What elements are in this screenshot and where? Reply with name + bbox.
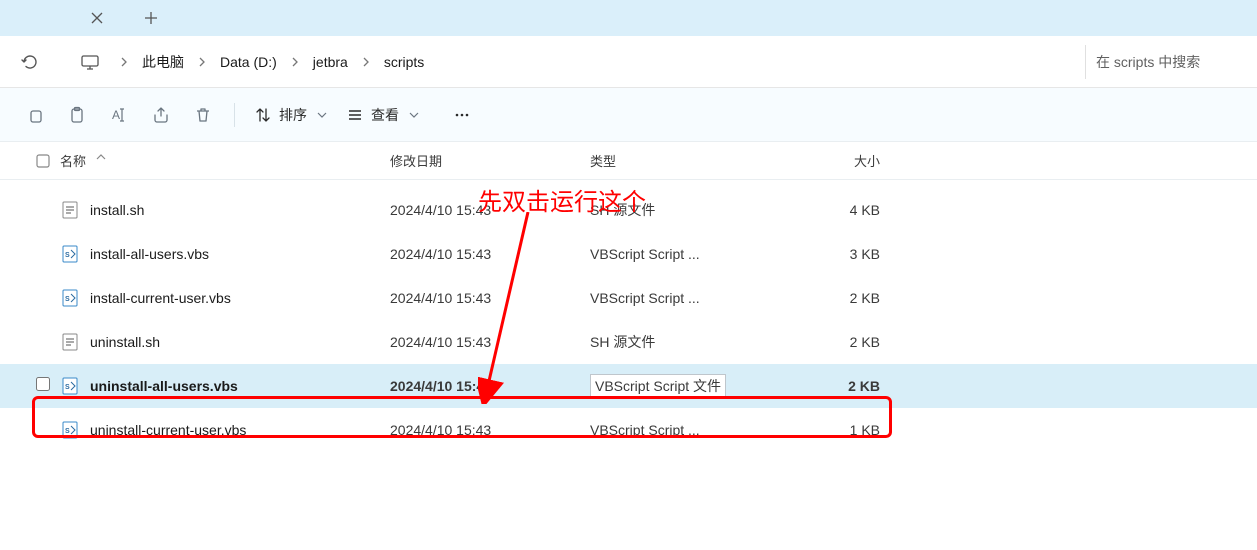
tab-close-button[interactable] (80, 4, 114, 32)
sort-icon (255, 107, 271, 123)
svg-text:S: S (65, 296, 70, 303)
sort-label: 排序 (279, 105, 307, 125)
file-icon: S (60, 376, 80, 396)
row-checkbox[interactable] (36, 201, 60, 219)
column-header-type[interactable]: 类型 (590, 151, 790, 170)
file-date: 2024/4/10 15:43 (390, 202, 590, 218)
file-size: 1 KB (790, 422, 880, 438)
trash-icon (194, 106, 212, 124)
file-date: 2024/4/10 15:43 (390, 290, 590, 306)
file-type: VBScript Script ... (590, 246, 790, 262)
breadcrumb-item[interactable]: scripts (380, 50, 428, 74)
file-name: install-all-users.vbs (90, 246, 390, 262)
rename-icon: A (109, 106, 129, 124)
copy-button[interactable] (14, 97, 56, 133)
file-name: install.sh (90, 202, 390, 218)
file-name: install-current-user.vbs (90, 290, 390, 306)
file-icon (60, 332, 80, 352)
column-header-size[interactable]: 大小 (790, 151, 880, 170)
svg-text:A: A (112, 108, 120, 122)
file-size: 2 KB (790, 290, 880, 306)
file-type: VBScript Script 文件 (590, 374, 790, 398)
pc-icon (80, 52, 100, 72)
file-row[interactable]: Suninstall-current-user.vbs2024/4/10 15:… (0, 408, 1257, 452)
file-row[interactable]: Suninstall-all-users.vbs2024/4/10 15:43V… (0, 364, 1257, 408)
chevron-down-icon (317, 111, 327, 119)
file-list: install.sh2024/4/10 15:43SH 源文件4 KBSinst… (0, 180, 1257, 452)
file-row[interactable]: Sinstall-all-users.vbs2024/4/10 15:43VBS… (0, 232, 1257, 276)
row-checkbox[interactable] (36, 245, 60, 263)
paste-button[interactable] (56, 97, 98, 133)
row-checkbox[interactable] (36, 333, 60, 351)
select-all-checkbox[interactable] (36, 154, 60, 168)
chevron-right-icon (120, 57, 128, 67)
file-icon: S (60, 420, 80, 440)
chevron-right-icon (198, 57, 206, 67)
file-date: 2024/4/10 15:43 (390, 422, 590, 438)
view-button[interactable]: 查看 (337, 97, 429, 133)
view-icon (347, 107, 363, 123)
breadcrumb-item[interactable]: jetbra (309, 50, 352, 74)
share-icon (152, 106, 170, 124)
toolbar: A 排序 查看 (0, 88, 1257, 142)
file-icon: S (60, 244, 80, 264)
rename-button[interactable]: A (98, 97, 140, 133)
file-name: uninstall-all-users.vbs (90, 378, 390, 394)
svg-text:S: S (65, 384, 70, 391)
address-bar: 此电脑 Data (D:) jetbra scripts 在 scripts 中… (0, 36, 1257, 88)
sort-indicator-icon (96, 153, 106, 160)
column-headers: 名称 修改日期 类型 大小 (0, 142, 1257, 180)
column-header-date[interactable]: 修改日期 (390, 151, 590, 170)
delete-button[interactable] (182, 97, 224, 133)
chevron-down-icon (409, 111, 419, 119)
file-type: SH 源文件 (590, 200, 790, 220)
breadcrumb-root[interactable]: 此电脑 (138, 48, 188, 76)
file-row[interactable]: Sinstall-current-user.vbs2024/4/10 15:43… (0, 276, 1257, 320)
more-button[interactable] (441, 97, 483, 133)
view-label: 查看 (371, 105, 399, 125)
svg-text:S: S (65, 428, 70, 435)
close-icon (91, 12, 103, 24)
breadcrumb[interactable]: 此电脑 Data (D:) jetbra scripts (80, 44, 1075, 80)
new-tab-button[interactable] (134, 4, 168, 32)
svg-text:S: S (65, 252, 70, 259)
search-input[interactable]: 在 scripts 中搜索 (1085, 45, 1245, 79)
file-icon: S (60, 288, 80, 308)
file-icon (60, 200, 80, 220)
toolbar-separator (234, 103, 235, 127)
tab-bar (0, 0, 1257, 36)
file-date: 2024/4/10 15:43 (390, 246, 590, 262)
file-name: uninstall.sh (90, 334, 390, 350)
file-size: 3 KB (790, 246, 880, 262)
copy-icon (26, 106, 44, 124)
breadcrumb-item[interactable]: Data (D:) (216, 50, 281, 74)
file-date: 2024/4/10 15:43 (390, 334, 590, 350)
paste-icon (68, 106, 86, 124)
refresh-icon (21, 53, 39, 71)
column-header-name[interactable]: 名称 (60, 151, 390, 170)
file-date: 2024/4/10 15:43 (390, 378, 590, 394)
row-checkbox[interactable] (36, 377, 60, 395)
file-type: VBScript Script ... (590, 290, 790, 306)
chevron-right-icon (291, 57, 299, 67)
row-checkbox[interactable] (36, 421, 60, 439)
refresh-button[interactable] (12, 44, 48, 80)
file-size: 2 KB (790, 334, 880, 350)
plus-icon (144, 11, 158, 25)
search-placeholder: 在 scripts 中搜索 (1096, 52, 1200, 72)
share-button[interactable] (140, 97, 182, 133)
file-type: SH 源文件 (590, 332, 790, 352)
file-row[interactable]: install.sh2024/4/10 15:43SH 源文件4 KB (0, 188, 1257, 232)
file-size: 2 KB (790, 378, 880, 394)
file-type: VBScript Script ... (590, 422, 790, 438)
file-name: uninstall-current-user.vbs (90, 422, 390, 438)
file-row[interactable]: uninstall.sh2024/4/10 15:43SH 源文件2 KB (0, 320, 1257, 364)
row-checkbox[interactable] (36, 289, 60, 307)
more-icon (453, 106, 471, 124)
chevron-right-icon (362, 57, 370, 67)
sort-button[interactable]: 排序 (245, 97, 337, 133)
file-size: 4 KB (790, 202, 880, 218)
